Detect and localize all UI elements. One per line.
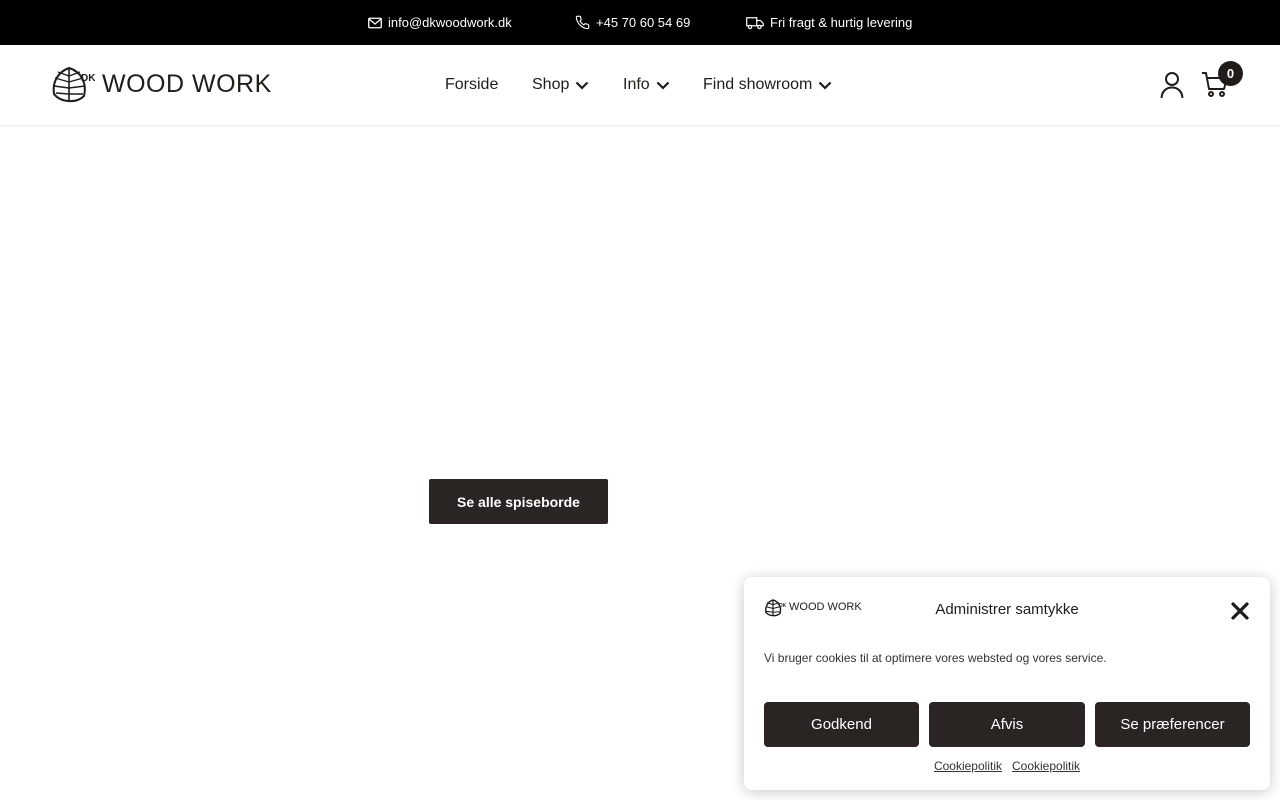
user-icon [1160,72,1184,99]
leaf-logo-icon [52,66,86,102]
close-button[interactable] [1230,601,1250,621]
nav-shop[interactable]: Shop [532,45,589,125]
nav-find-showroom[interactable]: Find showroom [703,45,832,125]
nav-info[interactable]: Info [623,45,670,125]
shipping-info: Fri fragt & hurtig levering [746,0,912,45]
phone-icon [575,15,590,30]
cookie-policy-link-2[interactable]: Cookiepolitik [1012,759,1080,773]
cart-count-badge: 0 [1218,61,1243,86]
cookie-policy-link[interactable]: Cookiepolitik [934,759,1002,773]
logo-prefix: DK [81,73,96,84]
account-button[interactable] [1159,71,1185,99]
site-header: DK WOOD WORK Forside Shop Info Find show… [0,45,1280,126]
truck-icon [746,16,764,29]
email-text: info@dkwoodwork.dk [388,15,512,30]
site-logo[interactable]: DK WOOD WORK [50,66,271,104]
nav-info-label: Info [623,76,650,93]
see-all-dining-tables-button[interactable]: Se alle spiseborde [429,479,608,524]
mail-icon [368,17,382,28]
cookie-consent-banner: DK WOOD WORK Administrer samtykke Vi bru… [744,577,1270,790]
phone-link[interactable]: +45 70 60 54 69 [575,0,690,45]
close-icon [1231,602,1249,620]
email-link[interactable]: info@dkwoodwork.dk [368,0,512,45]
cookie-message: Vi bruger cookies til at optimere vores … [764,651,1107,665]
nav-forside-label: Forside [445,76,499,93]
logo-wordmark: WOOD WORK [102,70,272,98]
nav-showroom-label: Find showroom [703,76,813,93]
top-bar: info@dkwoodwork.dk +45 70 60 54 69 Fri f… [0,0,1280,45]
shipping-text: Fri fragt & hurtig levering [770,15,913,30]
deny-button[interactable]: Afvis [929,702,1085,747]
nav-shop-label: Shop [532,76,570,93]
accept-button[interactable]: Godkend [764,702,919,747]
cookie-links: Cookiepolitik Cookiepolitik [744,759,1270,773]
cookie-title: Administrer samtykke [935,601,1079,618]
nav-forside[interactable]: Forside [445,45,498,125]
chevron-down-icon [656,81,669,90]
chevron-down-icon [576,81,589,90]
preferences-button[interactable]: Se præferencer [1095,702,1250,747]
phone-text: +45 70 60 54 69 [596,15,691,30]
chevron-down-icon [819,81,832,90]
